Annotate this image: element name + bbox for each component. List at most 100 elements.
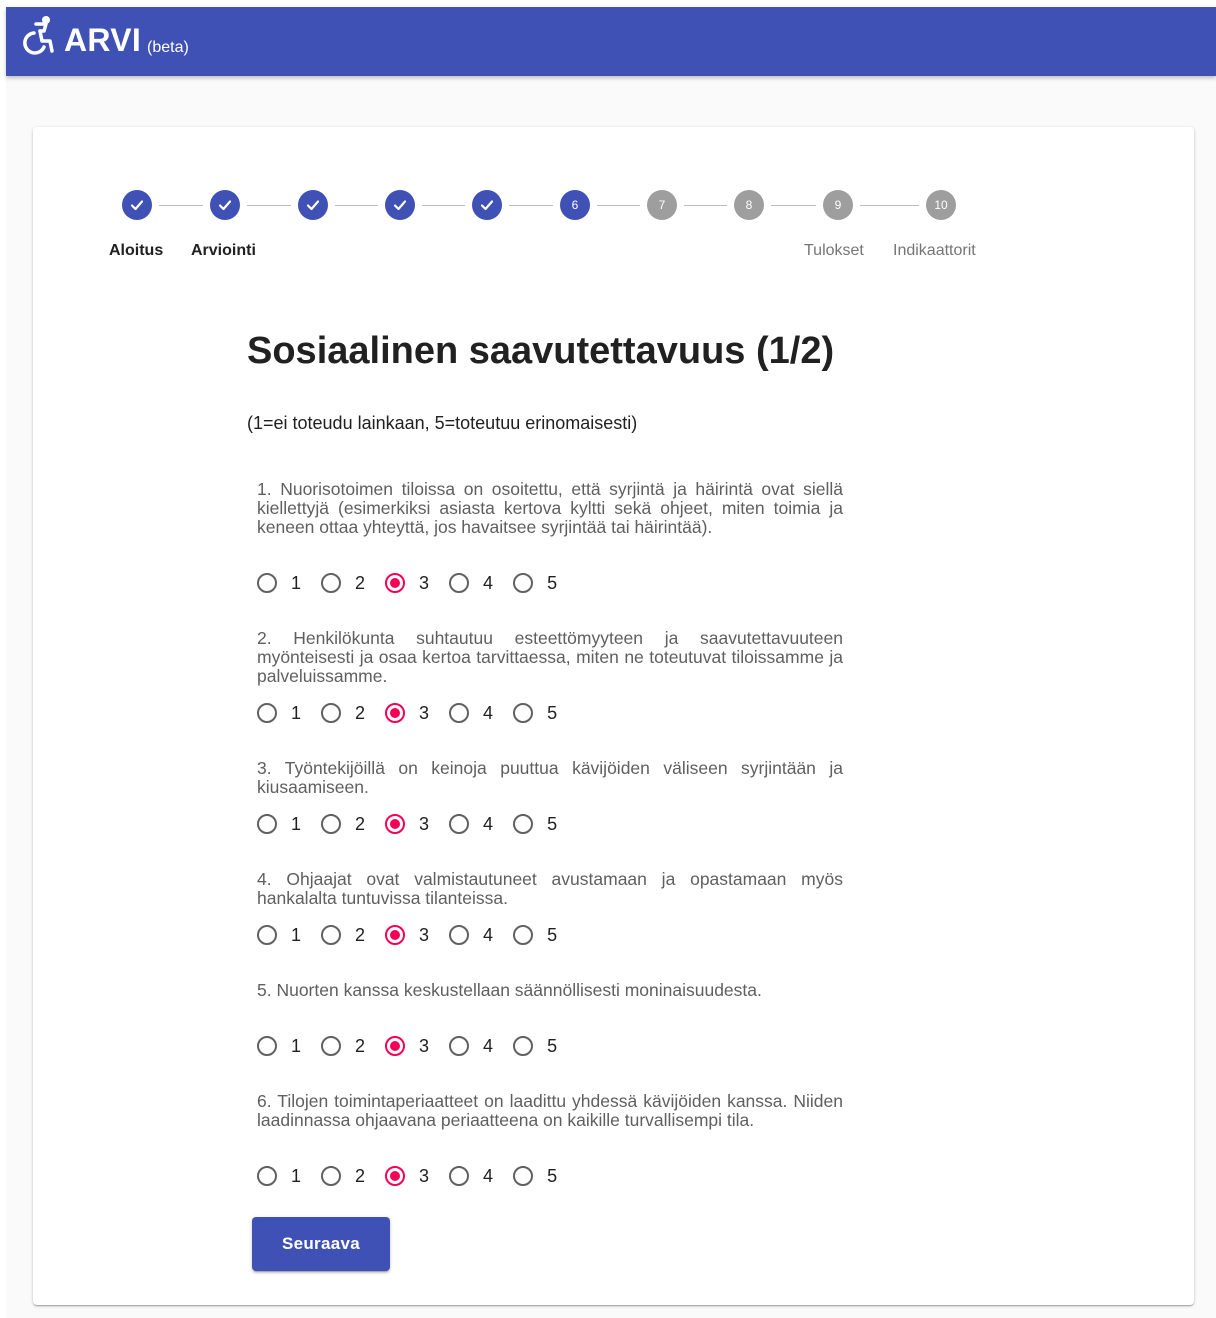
radio-unchecked-icon[interactable] <box>321 573 342 593</box>
radio-unchecked-icon[interactable] <box>449 703 470 723</box>
radio-unchecked-icon[interactable] <box>257 1166 277 1186</box>
radio-option-4[interactable]: 4 <box>449 925 493 946</box>
radio-unchecked-icon[interactable] <box>257 1036 277 1056</box>
radio-option-5[interactable]: 5 <box>513 925 557 946</box>
radio-option-1[interactable]: 1 <box>257 925 301 946</box>
radio-unchecked-icon[interactable] <box>257 703 277 723</box>
radio-option-1[interactable]: 1 <box>257 814 301 835</box>
check-icon <box>393 200 407 211</box>
radio-option-1[interactable]: 1 <box>257 703 301 724</box>
radio-option-4[interactable]: 4 <box>449 703 493 724</box>
radio-option-4[interactable]: 4 <box>449 814 493 835</box>
radio-unchecked-icon[interactable] <box>257 925 277 945</box>
radio-label: 2 <box>355 1035 366 1056</box>
question-2: 2. Henkilökunta suhtautuu esteettömyytee… <box>257 628 843 723</box>
radio-label: 4 <box>483 572 494 593</box>
radio-unchecked-icon[interactable] <box>257 814 277 834</box>
radio-unchecked-icon[interactable] <box>321 1036 342 1056</box>
step-connector <box>247 205 291 206</box>
radio-unchecked-icon[interactable] <box>321 703 342 723</box>
radio-option-5[interactable]: 5 <box>513 703 557 724</box>
radio-unchecked-icon[interactable] <box>321 925 342 945</box>
radio-unchecked-icon[interactable] <box>513 814 534 834</box>
radio-option-2[interactable]: 2 <box>321 1166 365 1187</box>
radio-unchecked-icon[interactable] <box>449 1166 470 1186</box>
radio-option-5[interactable]: 5 <box>513 573 557 594</box>
radio-label: 1 <box>291 702 302 723</box>
radio-option-1[interactable]: 1 <box>257 1166 301 1187</box>
radio-option-5[interactable]: 5 <box>513 1166 557 1187</box>
radio-label: 2 <box>355 1165 366 1186</box>
radio-unchecked-icon[interactable] <box>513 703 534 723</box>
question-text: 2. Henkilökunta suhtautuu esteettömyytee… <box>257 628 843 686</box>
radio-unchecked-icon[interactable] <box>257 573 277 593</box>
step-number: 7 <box>658 198 666 212</box>
radio-checked-icon[interactable] <box>385 703 406 723</box>
next-button[interactable]: Seuraava <box>252 1217 390 1271</box>
radio-label: 5 <box>547 572 558 593</box>
radio-label: 4 <box>483 813 494 834</box>
radio-option-3[interactable]: 3 <box>385 573 429 594</box>
question-5: 5. Nuorten kanssa keskustellaan säännöll… <box>257 981 843 1056</box>
radio-option-3[interactable]: 3 <box>385 1036 429 1057</box>
step-label-tulokset: Tulokset <box>804 242 864 259</box>
accessible-icon <box>23 16 54 55</box>
radio-label: 2 <box>355 813 366 834</box>
radio-checked-icon[interactable] <box>385 925 406 945</box>
rating-group: 1 2 3 4 5 <box>257 811 577 837</box>
radio-label: 4 <box>483 1035 494 1056</box>
radio-option-2[interactable]: 2 <box>321 573 365 594</box>
radio-option-3[interactable]: 3 <box>385 925 429 946</box>
radio-label: 1 <box>291 1165 302 1186</box>
radio-unchecked-icon[interactable] <box>513 573 534 593</box>
radio-checked-icon[interactable] <box>385 573 406 593</box>
radio-unchecked-icon[interactable] <box>513 925 534 945</box>
step-3 <box>298 190 328 220</box>
radio-option-3[interactable]: 3 <box>385 814 429 835</box>
radio-option-2[interactable]: 2 <box>321 1036 365 1057</box>
radio-checked-icon[interactable] <box>385 814 406 834</box>
radio-unchecked-icon[interactable] <box>449 1036 470 1056</box>
radio-label: 3 <box>419 1035 430 1056</box>
radio-option-1[interactable]: 1 <box>257 573 301 594</box>
step-5 <box>472 190 502 220</box>
radio-checked-icon[interactable] <box>385 1036 406 1056</box>
question-text: 4. Ohjaajat ovat valmistautuneet avustam… <box>257 869 843 908</box>
question-1: 1. Nuorisotoimen tiloissa on osoitettu, … <box>257 479 843 593</box>
question-text: 1. Nuorisotoimen tiloissa on osoitettu, … <box>257 479 843 537</box>
radio-unchecked-icon[interactable] <box>449 814 470 834</box>
radio-checked-icon[interactable] <box>385 1166 406 1186</box>
rating-group: 1 2 3 4 5 <box>257 922 577 948</box>
radio-label: 1 <box>291 924 302 945</box>
radio-label: 3 <box>419 813 430 834</box>
step-8: 8 <box>734 190 764 220</box>
radio-label: 2 <box>355 702 366 723</box>
radio-unchecked-icon[interactable] <box>513 1036 534 1056</box>
page-title: Sosiaalinen saavutettavuus (1/2) <box>247 330 835 372</box>
radio-option-1[interactable]: 1 <box>257 1036 301 1057</box>
radio-option-2[interactable]: 2 <box>321 703 365 724</box>
radio-unchecked-icon[interactable] <box>513 1166 534 1186</box>
radio-unchecked-icon[interactable] <box>449 573 470 593</box>
step-connector <box>771 205 816 206</box>
step-connector <box>684 205 727 206</box>
radio-option-5[interactable]: 5 <box>513 814 557 835</box>
radio-option-4[interactable]: 4 <box>449 1166 493 1187</box>
radio-unchecked-icon[interactable] <box>321 1166 342 1186</box>
step-number: 6 <box>571 198 579 212</box>
step-number: 10 <box>934 198 948 212</box>
step-connector <box>509 205 553 206</box>
radio-unchecked-icon[interactable] <box>449 925 470 945</box>
radio-option-4[interactable]: 4 <box>449 573 493 594</box>
radio-option-3[interactable]: 3 <box>385 703 429 724</box>
radio-option-2[interactable]: 2 <box>321 814 365 835</box>
radio-option-4[interactable]: 4 <box>449 1036 493 1057</box>
radio-label: 1 <box>291 572 302 593</box>
radio-label: 4 <box>483 1165 494 1186</box>
app-subtitle: (beta) <box>147 39 189 56</box>
app-bar: ARVI (beta) <box>6 7 1216 76</box>
radio-option-3[interactable]: 3 <box>385 1166 429 1187</box>
radio-option-5[interactable]: 5 <box>513 1036 557 1057</box>
radio-unchecked-icon[interactable] <box>321 814 342 834</box>
radio-option-2[interactable]: 2 <box>321 925 365 946</box>
